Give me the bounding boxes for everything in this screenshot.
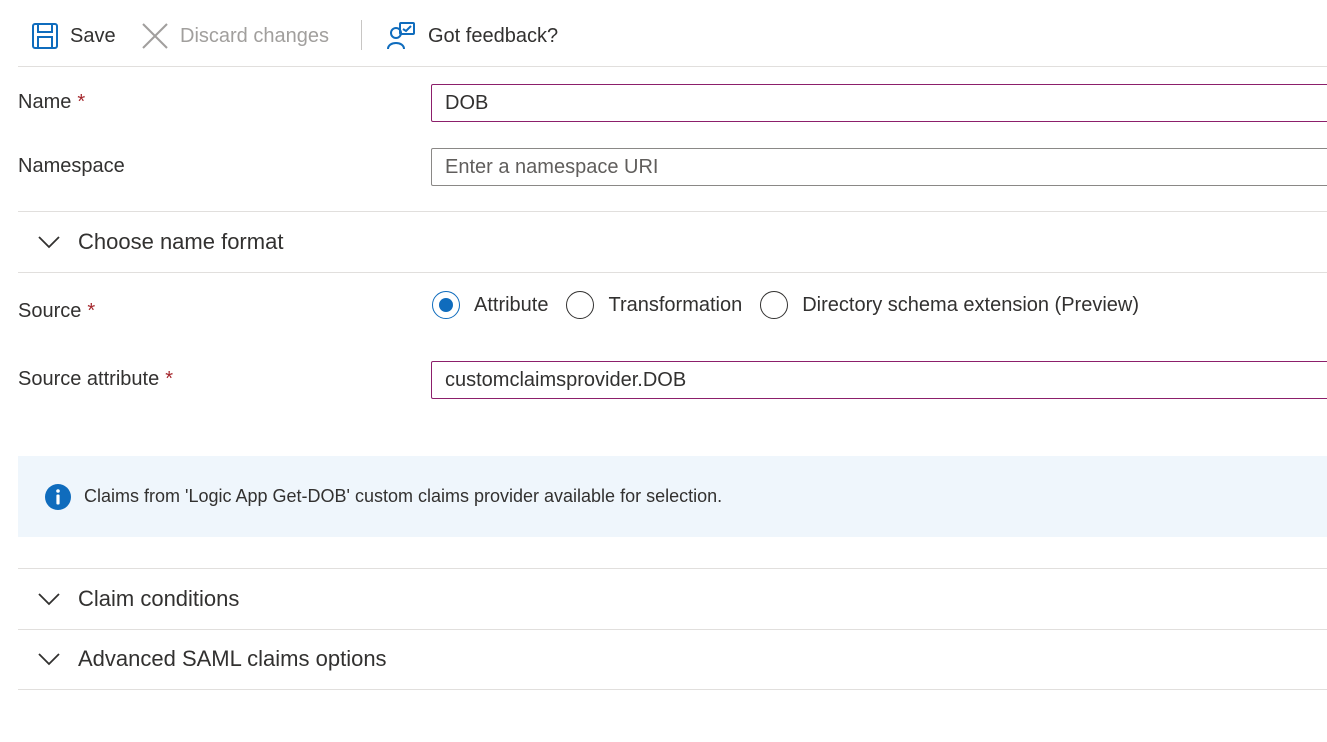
radio-circle — [566, 291, 595, 319]
source-radio-group: Attribute Transformation Directory schem… — [432, 291, 1157, 319]
radio-circle-selected — [432, 291, 460, 319]
required-asterisk: * — [165, 368, 173, 390]
divider — [18, 211, 1327, 212]
save-button[interactable]: Save — [30, 18, 116, 54]
chevron-down-icon — [36, 646, 62, 672]
info-banner-message: Claims from 'Logic App Get-DOB' custom c… — [84, 486, 723, 506]
radio-transformation-label: Transformation — [608, 293, 743, 316]
info-banner: Claims from 'Logic App Get-DOB' custom c… — [18, 456, 1327, 537]
name-label-text: Name — [18, 91, 72, 113]
namespace-input[interactable] — [431, 148, 1327, 186]
feedback-person-icon — [386, 21, 416, 51]
radio-directory-schema-extension-label: Directory schema extension (Preview) — [802, 293, 1140, 316]
radio-transformation[interactable]: Transformation — [566, 291, 742, 319]
choose-name-format-title: Choose name format — [78, 229, 284, 254]
close-icon — [140, 21, 170, 51]
discard-changes-button[interactable]: Discard changes — [140, 18, 329, 54]
choose-name-format-toggle[interactable]: Choose name format — [18, 213, 1327, 271]
name-input[interactable] — [431, 84, 1327, 122]
chevron-down-icon — [36, 229, 62, 255]
chevron-down-icon — [36, 586, 62, 612]
divider — [18, 689, 1327, 690]
advanced-saml-options-title: Advanced SAML claims options — [78, 646, 387, 671]
feedback-label: Got feedback? — [428, 24, 559, 47]
source-attribute-label-text: Source attribute — [18, 368, 160, 390]
required-asterisk: * — [87, 300, 96, 322]
save-icon — [30, 21, 60, 51]
name-label: Name * — [18, 91, 85, 114]
save-label: Save — [70, 24, 116, 47]
radio-attribute-label: Attribute — [474, 293, 549, 316]
feedback-button[interactable]: Got feedback? — [386, 18, 558, 54]
source-label: Source * — [18, 300, 95, 323]
toolbar-divider — [361, 20, 362, 50]
required-asterisk: * — [77, 91, 86, 113]
source-attribute-input[interactable] — [431, 361, 1327, 399]
namespace-label-text: Namespace — [18, 155, 125, 177]
source-label-text: Source — [18, 300, 82, 322]
claim-conditions-title: Claim conditions — [78, 586, 240, 611]
namespace-label: Namespace — [18, 155, 125, 178]
divider — [18, 272, 1327, 273]
claim-conditions-toggle[interactable]: Claim conditions — [18, 570, 1327, 628]
claim-edit-page: Save Discard changes Got feedback? Name … — [0, 0, 1327, 742]
radio-attribute[interactable]: Attribute — [432, 291, 548, 319]
source-attribute-label: Source attribute * — [18, 368, 173, 391]
discard-changes-label: Discard changes — [180, 24, 329, 47]
advanced-saml-options-toggle[interactable]: Advanced SAML claims options — [18, 630, 1327, 688]
command-bar: Save Discard changes Got feedback? — [18, 0, 1327, 67]
info-icon — [44, 483, 72, 511]
radio-directory-schema-extension[interactable]: Directory schema extension (Preview) — [760, 291, 1139, 319]
radio-circle — [760, 291, 789, 319]
divider — [18, 568, 1327, 569]
